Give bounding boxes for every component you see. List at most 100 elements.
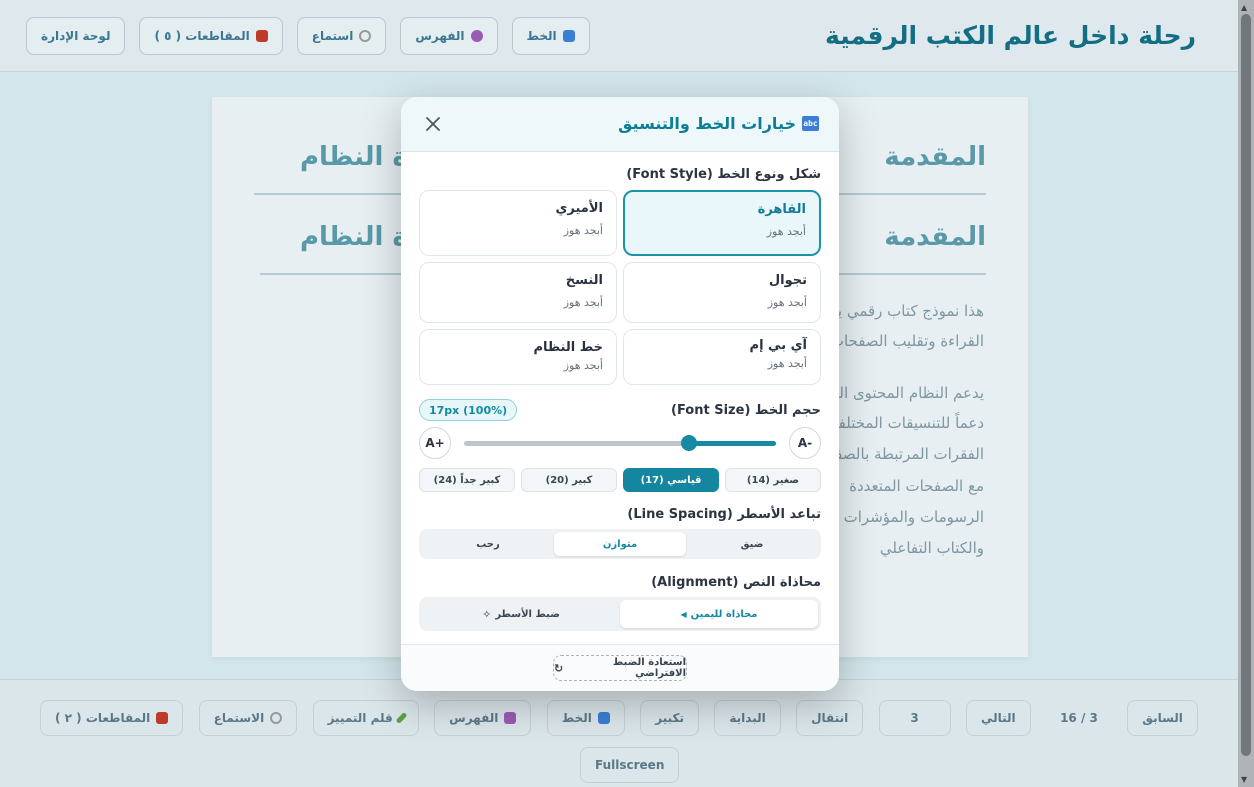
prev-label: السابق: [1142, 711, 1183, 725]
font-option-sample: أبجد هوز: [563, 224, 603, 237]
page-text-line: والكتاب التفاعلي: [879, 539, 984, 557]
top-actions: لوحة الإدارة المقاطعات ( ٥ ) استماع الفه…: [26, 16, 590, 55]
fullscreen-label: Fullscreen: [595, 758, 665, 772]
scrollbar-thumb[interactable]: [1241, 14, 1251, 756]
font-size-label: حجم الخط (Font Size): [671, 403, 821, 418]
font-option-naskh[interactable]: النسخ أبجد هوز: [419, 262, 617, 323]
highlighter-button[interactable]: قلم التمييز: [312, 700, 419, 736]
page-heading: المقدمة: [884, 142, 986, 172]
goto-label: انتقال: [811, 711, 849, 725]
font-option-amiri[interactable]: الأميري أبجد هوز: [419, 190, 617, 256]
admin-dashboard-button[interactable]: لوحة الإدارة: [26, 16, 126, 55]
site-title: رحلة داخل عالم الكتب الرقمية: [825, 21, 1196, 50]
size-preset-standard[interactable]: قياسي (17): [623, 468, 719, 492]
font-size-slider[interactable]: [464, 435, 776, 451]
toc-icon: [470, 29, 483, 42]
decrease-font-label: A-: [797, 436, 813, 450]
dialog-title-text: خيارات الخط والتنسيق: [618, 114, 796, 133]
play-arrow-icon: ◀: [680, 609, 687, 619]
prev-button[interactable]: السابق: [1127, 700, 1198, 736]
sparkle-icon: ✧: [482, 607, 492, 621]
size-preset-label: كبير (20): [545, 474, 593, 486]
start-label: البداية: [729, 711, 766, 725]
font-icon: [597, 712, 610, 724]
listen-button[interactable]: استماع: [296, 16, 387, 55]
font-option-sample: أبجد هوز: [767, 296, 807, 309]
goto-button[interactable]: انتقال: [796, 700, 864, 736]
increase-font-label: A+: [425, 436, 445, 450]
next-button[interactable]: التالي: [966, 700, 1031, 736]
justify-button[interactable]: ضبط الأسطر ✧: [422, 600, 620, 628]
bottom-listen-button[interactable]: الاستماع: [198, 700, 298, 736]
page-heading: المقدمة: [884, 222, 986, 252]
close-icon[interactable]: [423, 114, 443, 134]
bottom-bookmarks-label: المقاطعات ( ٢ ): [55, 711, 151, 725]
toc-icon: [504, 712, 517, 724]
font-style-label: شكل ونوع الخط (Font Style): [626, 167, 821, 182]
font-option-name: النسخ: [565, 273, 603, 288]
admin-dashboard-label: لوحة الإدارة: [41, 28, 111, 43]
bottom-bookmarks-button[interactable]: المقاطعات ( ٢ ): [40, 700, 184, 736]
page-number-input[interactable]: 3: [878, 700, 951, 736]
font-option-tajawal[interactable]: تجوال أبجد هوز: [623, 262, 821, 323]
page-scrollbar[interactable]: ▲ ▼: [1238, 0, 1254, 787]
align-option-label: محاذاة لليمين: [690, 608, 758, 620]
spacing-balanced-button[interactable]: متوازن: [554, 532, 686, 556]
font-button[interactable]: الخط: [511, 16, 590, 55]
font-option-cairo[interactable]: القاهرة أبجد هوز: [623, 190, 821, 256]
scroll-down-arrow-icon[interactable]: ▼: [1241, 775, 1247, 784]
bottom-font-button[interactable]: الخط: [546, 700, 625, 736]
font-size-slider-thumb[interactable]: [681, 435, 697, 451]
zoom-button[interactable]: تكبير: [640, 700, 699, 736]
next-label: التالي: [981, 711, 1016, 725]
size-preset-large[interactable]: كبير (20): [521, 468, 617, 492]
font-option-sample: أبجد هوز: [563, 296, 603, 309]
font-option-name: تجوال: [768, 273, 807, 288]
font-option-ibm[interactable]: آي بي إم أبجد هوز: [623, 329, 821, 385]
font-size-presets: صغير (14) قياسي (17) كبير (20) كبير جداً…: [419, 468, 821, 492]
dialog-title: abc خيارات الخط والتنسيق: [618, 114, 819, 133]
pen-icon: [395, 711, 408, 725]
top-bar: رحلة داخل عالم الكتب الرقمية لوحة الإدار…: [0, 0, 1238, 72]
reset-defaults-button[interactable]: استعادة الضبط الافتراضي ↻: [553, 655, 687, 681]
font-option-name: آي بي إم: [749, 338, 807, 353]
font-settings-dialog: abc خيارات الخط والتنسيق شكل ونوع الخط (…: [401, 97, 839, 691]
toc-button[interactable]: الفهرس: [400, 16, 498, 55]
dialog-header: abc خيارات الخط والتنسيق: [401, 97, 839, 152]
font-option-sample: أبجد هوز: [563, 359, 603, 372]
bottom-toc-button[interactable]: الفهرس: [434, 700, 532, 736]
font-option-system[interactable]: خط النظام أبجد هوز: [419, 329, 617, 385]
bookmarks-label: المقاطعات ( ٥ ): [154, 28, 250, 43]
spacing-option-label: رحب: [476, 538, 500, 550]
size-preset-label: كبير جداً (24): [433, 474, 501, 486]
font-label: الخط: [526, 28, 557, 43]
scroll-up-arrow-icon[interactable]: ▲: [1241, 3, 1247, 12]
size-preset-label: صغير (14): [746, 474, 800, 486]
reset-defaults-label: استعادة الضبط الافتراضي: [612, 657, 686, 679]
align-right-button[interactable]: محاذاة لليمين ◀: [620, 600, 818, 628]
bookmarks-button[interactable]: المقاطعات ( ٥ ): [139, 16, 283, 55]
line-spacing-selector: ضيق متوازن رحب: [419, 529, 821, 559]
font-size-badge: 17px (100%): [419, 399, 518, 421]
spacing-option-label: متوازن: [602, 538, 638, 550]
size-preset-small[interactable]: صغير (14): [725, 468, 821, 492]
spacing-wide-button[interactable]: رحب: [422, 532, 554, 556]
bottom-toolbar: المقاطعات ( ٢ ) الاستماع قلم التمييز الف…: [0, 679, 1238, 787]
fullscreen-button[interactable]: Fullscreen: [580, 747, 680, 783]
start-button[interactable]: البداية: [714, 700, 781, 736]
dialog-footer: استعادة الضبط الافتراضي ↻: [401, 644, 839, 691]
size-preset-xlarge[interactable]: كبير جداً (24): [419, 468, 515, 492]
spacing-option-label: ضيق: [740, 538, 764, 550]
page-counter-text: 16 / 3: [1060, 711, 1098, 725]
decrease-font-button[interactable]: A-: [789, 427, 821, 459]
bookmark-icon: [156, 712, 169, 724]
bottom-toolbar-row: المقاطعات ( ٢ ) الاستماع قلم التمييز الف…: [40, 700, 1198, 736]
page-counter: 16 / 3: [1046, 700, 1112, 736]
headphones-icon: [270, 712, 283, 724]
alignment-selector: محاذاة لليمين ◀ ضبط الأسطر ✧: [419, 597, 821, 631]
highlighter-label: قلم التمييز: [327, 711, 393, 725]
spacing-tight-button[interactable]: ضيق: [686, 532, 818, 556]
increase-font-button[interactable]: A+: [419, 427, 451, 459]
bookmark-icon: [255, 29, 268, 42]
headphones-icon: [359, 29, 372, 42]
